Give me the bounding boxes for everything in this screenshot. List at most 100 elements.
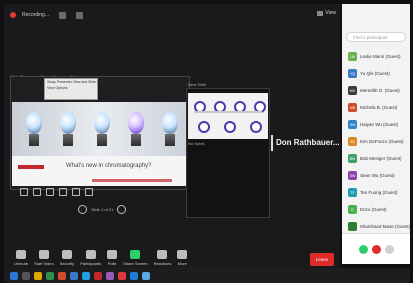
poll-icon	[107, 250, 118, 259]
participant-name: Sean Wu (Guest)	[360, 173, 395, 178]
avatar: BM	[348, 154, 357, 163]
current-slide: What's new in chromatography?	[12, 102, 188, 186]
pen-icon[interactable]	[20, 188, 28, 196]
participant-row[interactable]: TF Ten Fuong (Guest)	[342, 184, 410, 201]
zoom-icon[interactable]	[130, 271, 138, 280]
participants-button[interactable]: Participants	[80, 250, 101, 266]
participant-row[interactable]: BM Bob Mesiger (Guest)	[342, 150, 410, 167]
slide-accent-line	[92, 179, 172, 182]
recording-label: Recording...	[22, 12, 49, 18]
app-icon[interactable]	[118, 271, 126, 280]
app-icon[interactable]	[142, 271, 150, 280]
notes-caption: No Notes	[188, 141, 205, 146]
browser-icon[interactable]	[70, 271, 78, 280]
slide-image	[12, 102, 188, 156]
display-settings-dropdown[interactable]: Swap Presenter View and Slide Show View …	[44, 78, 106, 100]
highlighter-icon[interactable]	[33, 188, 41, 196]
participant-name: Haiyan Wu (Guest)	[360, 122, 399, 127]
slide-pager: Slide 1 of 21	[78, 205, 127, 214]
participant-row[interactable]: SW Sean Wu (Guest)	[342, 167, 410, 184]
app-icon[interactable]	[94, 271, 102, 280]
shield-icon	[61, 250, 72, 259]
raise-hand-button[interactable]	[358, 244, 368, 254]
reaction-icon	[157, 250, 168, 259]
control-label: Share Screen	[123, 261, 148, 266]
share-screen-button[interactable]: Share Screen	[123, 250, 148, 266]
participant-row[interactable]: YQ Yu Qin (Guest)	[342, 65, 410, 82]
folder-icon[interactable]	[34, 271, 42, 280]
pause-icon[interactable]	[58, 11, 66, 19]
diagram-node	[224, 121, 236, 133]
control-label: More	[177, 261, 187, 266]
participant-name: Shamhaed Mase (Guest)	[359, 224, 410, 229]
app-icon[interactable]	[46, 271, 54, 280]
app-icon[interactable]	[106, 271, 114, 280]
security-button[interactable]: Security	[60, 250, 74, 266]
zoom-icon[interactable]	[46, 188, 54, 196]
speaker-divider	[271, 135, 273, 151]
start-icon[interactable]	[10, 271, 18, 280]
subtitles-icon[interactable]	[72, 188, 80, 196]
app-icon[interactable]	[58, 271, 66, 280]
bulb-icon	[162, 112, 178, 134]
start-video-button[interactable]: Start Video	[34, 250, 54, 266]
more-button[interactable]: More	[177, 250, 188, 266]
no-button[interactable]	[371, 244, 381, 254]
participant-name: Leslie Marin (Guest)	[360, 54, 401, 59]
os-taskbar	[4, 268, 410, 283]
app-icon[interactable]	[82, 271, 90, 280]
control-label: Polls	[107, 261, 117, 266]
dropdown-option[interactable]: View Options	[45, 85, 97, 91]
view-button[interactable]: View	[317, 10, 336, 16]
top-bar: Recording... View	[4, 4, 340, 26]
participant-row[interactable]: HW Haiyan Wu (Guest)	[342, 116, 410, 133]
next-slide-thumbnail[interactable]	[188, 93, 268, 139]
grid-icon[interactable]	[59, 188, 67, 196]
annotation-tools	[20, 188, 93, 196]
avatar: TF	[348, 188, 357, 197]
people-icon	[85, 250, 96, 259]
previous-slide-icon[interactable]	[78, 205, 87, 214]
stop-icon[interactable]	[75, 11, 83, 19]
bulb-icon	[60, 112, 76, 134]
share-screen-icon	[130, 250, 141, 259]
avatar: LM	[348, 52, 357, 61]
bulb-base	[63, 134, 73, 146]
slide-counter: Slide 1 of 21	[91, 207, 114, 212]
participants-actions	[342, 233, 410, 264]
search-icon[interactable]	[22, 271, 30, 280]
meeting-controls: Unmute Start Video Security Participants…	[4, 242, 340, 268]
participant-row[interactable]: LM Leslie Marin (Guest)	[342, 48, 410, 65]
control-label: Start Video	[34, 261, 54, 266]
more-options-icon[interactable]	[85, 188, 93, 196]
participant-name: Yu Qin (Guest)	[360, 71, 390, 76]
bulb-base	[131, 134, 141, 146]
avatar: HW	[348, 120, 357, 129]
speaker-name: Don Rathbauer...	[276, 138, 340, 147]
bulb-icon-lit	[128, 112, 144, 134]
participant-search-input[interactable]: Find a participant	[346, 32, 406, 42]
more-reactions-button[interactable]	[384, 244, 394, 254]
reactions-button[interactable]: Reactions	[154, 250, 171, 266]
participant-row[interactable]: MO Meredith O. (Guest)	[342, 82, 410, 99]
participant-name: Meredith O. (Guest)	[360, 88, 400, 93]
participant-row[interactable]: E Enzo (Guest)	[342, 201, 410, 218]
participant-row[interactable]: KD Kim DeFonzo (Guest)	[342, 133, 410, 150]
slide-title: What's new in chromatography?	[66, 163, 152, 169]
participant-name: Kim DeFonzo (Guest)	[360, 139, 404, 144]
next-slide-icon[interactable]	[117, 205, 127, 214]
control-label: Participants	[80, 261, 102, 266]
view-label: View	[325, 10, 336, 16]
avatar	[348, 222, 357, 231]
bulb-base	[29, 134, 39, 146]
leave-button[interactable]: Leave	[309, 253, 334, 266]
participant-row[interactable]: MB Michela B. (Guest)	[342, 99, 410, 116]
zoom-window: Recording... View Slide Show Share View …	[4, 4, 340, 268]
avatar: YQ	[348, 69, 357, 78]
avatar: KD	[348, 137, 357, 146]
recording-icon	[10, 12, 16, 18]
unmute-button[interactable]: Unmute	[14, 250, 28, 266]
polls-button[interactable]: Polls	[107, 250, 118, 266]
control-label: Security	[59, 261, 75, 266]
microphone-icon	[16, 250, 26, 259]
